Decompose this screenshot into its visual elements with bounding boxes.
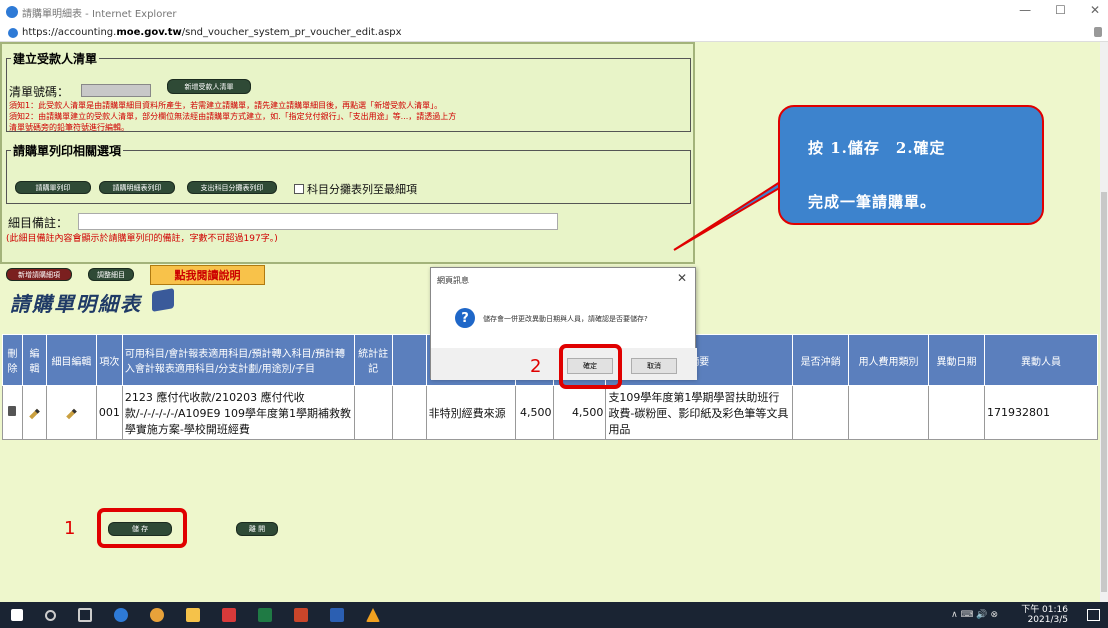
acrobat-icon[interactable] xyxy=(222,608,236,622)
chrome-icon[interactable] xyxy=(150,608,164,622)
callout-line-1: 按 1.儲存 2.確定 xyxy=(808,139,946,157)
system-tray-icons[interactable]: ∧ ⌨ 🔊 ⊗ xyxy=(951,610,998,620)
remark-label: 細目備註： xyxy=(8,216,69,230)
header-item-no: 項次 xyxy=(95,334,123,386)
step-2-label: 2 xyxy=(530,356,542,377)
personnel-type-cell xyxy=(848,385,930,440)
summary-cell: 支109學年度第1學期學習扶助班行政費-碳粉匣、影印紙及彩色筆等文具用品 xyxy=(605,385,794,440)
empty-cell xyxy=(391,385,427,440)
folder-icon[interactable] xyxy=(186,608,200,622)
address-bar[interactable]: https://accounting.moe.gov.tw/snd_vouche… xyxy=(0,24,1108,42)
amount-cell-1: 4,500 xyxy=(515,385,555,440)
writeoff-cell xyxy=(792,385,850,440)
add-item-button[interactable]: 新增請購細項 xyxy=(6,268,72,281)
item-edit-cell[interactable] xyxy=(45,385,97,440)
detail-title: 請購單明細表 xyxy=(10,292,142,316)
lock-icon xyxy=(1094,27,1102,37)
header-subject: 可用科目/會計報表適用科目/預計轉入科目/預計轉入會計報表適用科目/分支計劃/用… xyxy=(121,334,355,386)
vlc-icon[interactable] xyxy=(366,608,380,622)
excel-icon[interactable] xyxy=(258,608,272,622)
remark-input[interactable] xyxy=(78,213,558,230)
notification-icon[interactable] xyxy=(1087,609,1100,621)
amount-cell-2: 4,500 xyxy=(553,385,607,440)
vertical-scrollbar[interactable] xyxy=(1100,42,1108,602)
word-icon[interactable] xyxy=(330,608,344,622)
print-section: 請購單列印相關選項 請購單列印 請購明細表列印 支出科目分攤表列印 科目分攤表列… xyxy=(6,142,691,204)
source-cell: 非特別經費來源 xyxy=(425,385,517,440)
close-window-button[interactable]: ✕ xyxy=(1090,3,1100,17)
callout-line-2: 完成一筆請購單。 xyxy=(808,193,937,211)
edit-cell[interactable] xyxy=(21,385,47,440)
task-view-icon[interactable] xyxy=(78,608,92,622)
remark-hint: (此細目備註內容會顯示於請購單列印的備註，字數不可超過197字。) xyxy=(6,234,278,244)
ie-taskbar-icon[interactable] xyxy=(114,608,128,622)
ie-icon xyxy=(6,6,18,18)
book-icon xyxy=(152,288,174,312)
search-icon[interactable] xyxy=(45,609,56,621)
allocation-checkbox[interactable] xyxy=(294,184,304,194)
header-delete: 刪除 xyxy=(2,334,23,386)
site-icon xyxy=(8,27,18,38)
clock[interactable]: 下午 01:16 2021/3/5 xyxy=(1021,605,1068,625)
header-item-edit: 細目編輯 xyxy=(45,334,97,386)
save-highlight xyxy=(97,508,187,548)
trash-icon[interactable] xyxy=(8,406,17,416)
options-panel: 建立受款人清單 清單號碼： 新增受款人清單 須知1：此受款人清單是由請購單細目資… xyxy=(0,42,695,264)
header-stat: 統計註記 xyxy=(353,334,393,386)
header-personnel-type: 用人費用類別 xyxy=(848,334,930,386)
cancel-button[interactable]: 取消 xyxy=(631,358,677,374)
header-modify-date: 異動日期 xyxy=(928,334,985,386)
delete-cell[interactable] xyxy=(2,385,23,440)
payee-section: 建立受款人清單 清單號碼： 新增受款人清單 須知1：此受款人清單是由請購單細目資… xyxy=(6,50,691,132)
maximize-button[interactable]: ☐ xyxy=(1055,3,1066,17)
payee-note-2b: 清單號碼旁的鉛筆符號進行編輯。 xyxy=(9,123,129,132)
adjust-item-button[interactable]: 調整細目 xyxy=(88,268,134,281)
step-1-label: 1 xyxy=(64,518,76,539)
window-titlebar: 請購單明細表 - Internet Explorer — ☐ ✕ xyxy=(0,0,1108,24)
subject-cell: 2123 應付代收款/210203 應付代收款/-/-/-/-/-/A109E9… xyxy=(121,385,355,440)
print-detail-button[interactable]: 請購明細表列印 xyxy=(99,181,175,194)
leave-button[interactable]: 離 開 xyxy=(236,522,278,536)
header-edit: 編輯 xyxy=(21,334,47,386)
payee-legend: 建立受款人清單 xyxy=(13,52,98,66)
url-text[interactable]: https://accounting.moe.gov.tw/snd_vouche… xyxy=(22,27,402,38)
modifier-cell: 171932801 xyxy=(983,385,1099,440)
item-no-cell: 001 xyxy=(95,385,123,440)
header-col7 xyxy=(391,334,427,386)
table-row: 001 2123 應付代收款/210203 應付代收款/-/-/-/-/-/A1… xyxy=(2,385,1099,440)
stat-cell xyxy=(353,385,393,440)
payee-note-1: 須知1：此受款人清單是由請購單細目資料所產生，若需建立請購單，請先建立請購單細目… xyxy=(9,101,443,110)
list-no-label: 清單號碼： xyxy=(9,85,70,99)
question-icon: ? xyxy=(455,308,475,328)
pencil-icon[interactable] xyxy=(29,408,40,420)
start-icon[interactable] xyxy=(11,609,23,621)
taskbar: ∧ ⌨ 🔊 ⊗ 下午 01:16 2021/3/5 xyxy=(0,602,1108,628)
print-voucher-button[interactable]: 請購單列印 xyxy=(15,181,91,194)
print-allocation-button[interactable]: 支出科目分攤表列印 xyxy=(187,181,277,194)
allocation-checkbox-label: 科目分攤表列至最細項 xyxy=(307,183,417,196)
list-no-field xyxy=(81,84,151,97)
modify-date-cell xyxy=(928,385,985,440)
scroll-thumb[interactable] xyxy=(1101,192,1107,592)
ok-highlight xyxy=(559,344,622,389)
powerpoint-icon[interactable] xyxy=(294,608,308,622)
new-payee-list-button[interactable]: 新增受款人清單 xyxy=(167,79,251,94)
dialog-message: 儲存會一併更改異動日期與人員，請確認是否要儲存? xyxy=(483,315,648,323)
howto-button[interactable]: 點我閱讀說明 xyxy=(150,265,265,285)
window-title: 請購單明細表 - Internet Explorer xyxy=(22,8,177,20)
page-content: 建立受款人清單 清單號碼： 新增受款人清單 須知1：此受款人清單是由請購單細目資… xyxy=(0,42,1100,602)
dialog-title: 網頁訊息 xyxy=(437,276,469,285)
pencil-icon[interactable] xyxy=(66,408,77,420)
header-modifier: 異動人員 xyxy=(983,334,1099,386)
header-writeoff: 是否沖銷 xyxy=(792,334,850,386)
instruction-callout: 按 1.儲存 2.確定 完成一筆請購單。 xyxy=(778,105,1044,225)
payee-note-2a: 須知2：由請購單建立的受款人清單，部分欄位無法經由請購單方式建立，如.「指定兌付… xyxy=(9,112,457,121)
minimize-button[interactable]: — xyxy=(1019,3,1031,17)
dialog-close-button[interactable]: ✕ xyxy=(677,271,687,285)
print-legend: 請購單列印相關選項 xyxy=(13,144,122,158)
